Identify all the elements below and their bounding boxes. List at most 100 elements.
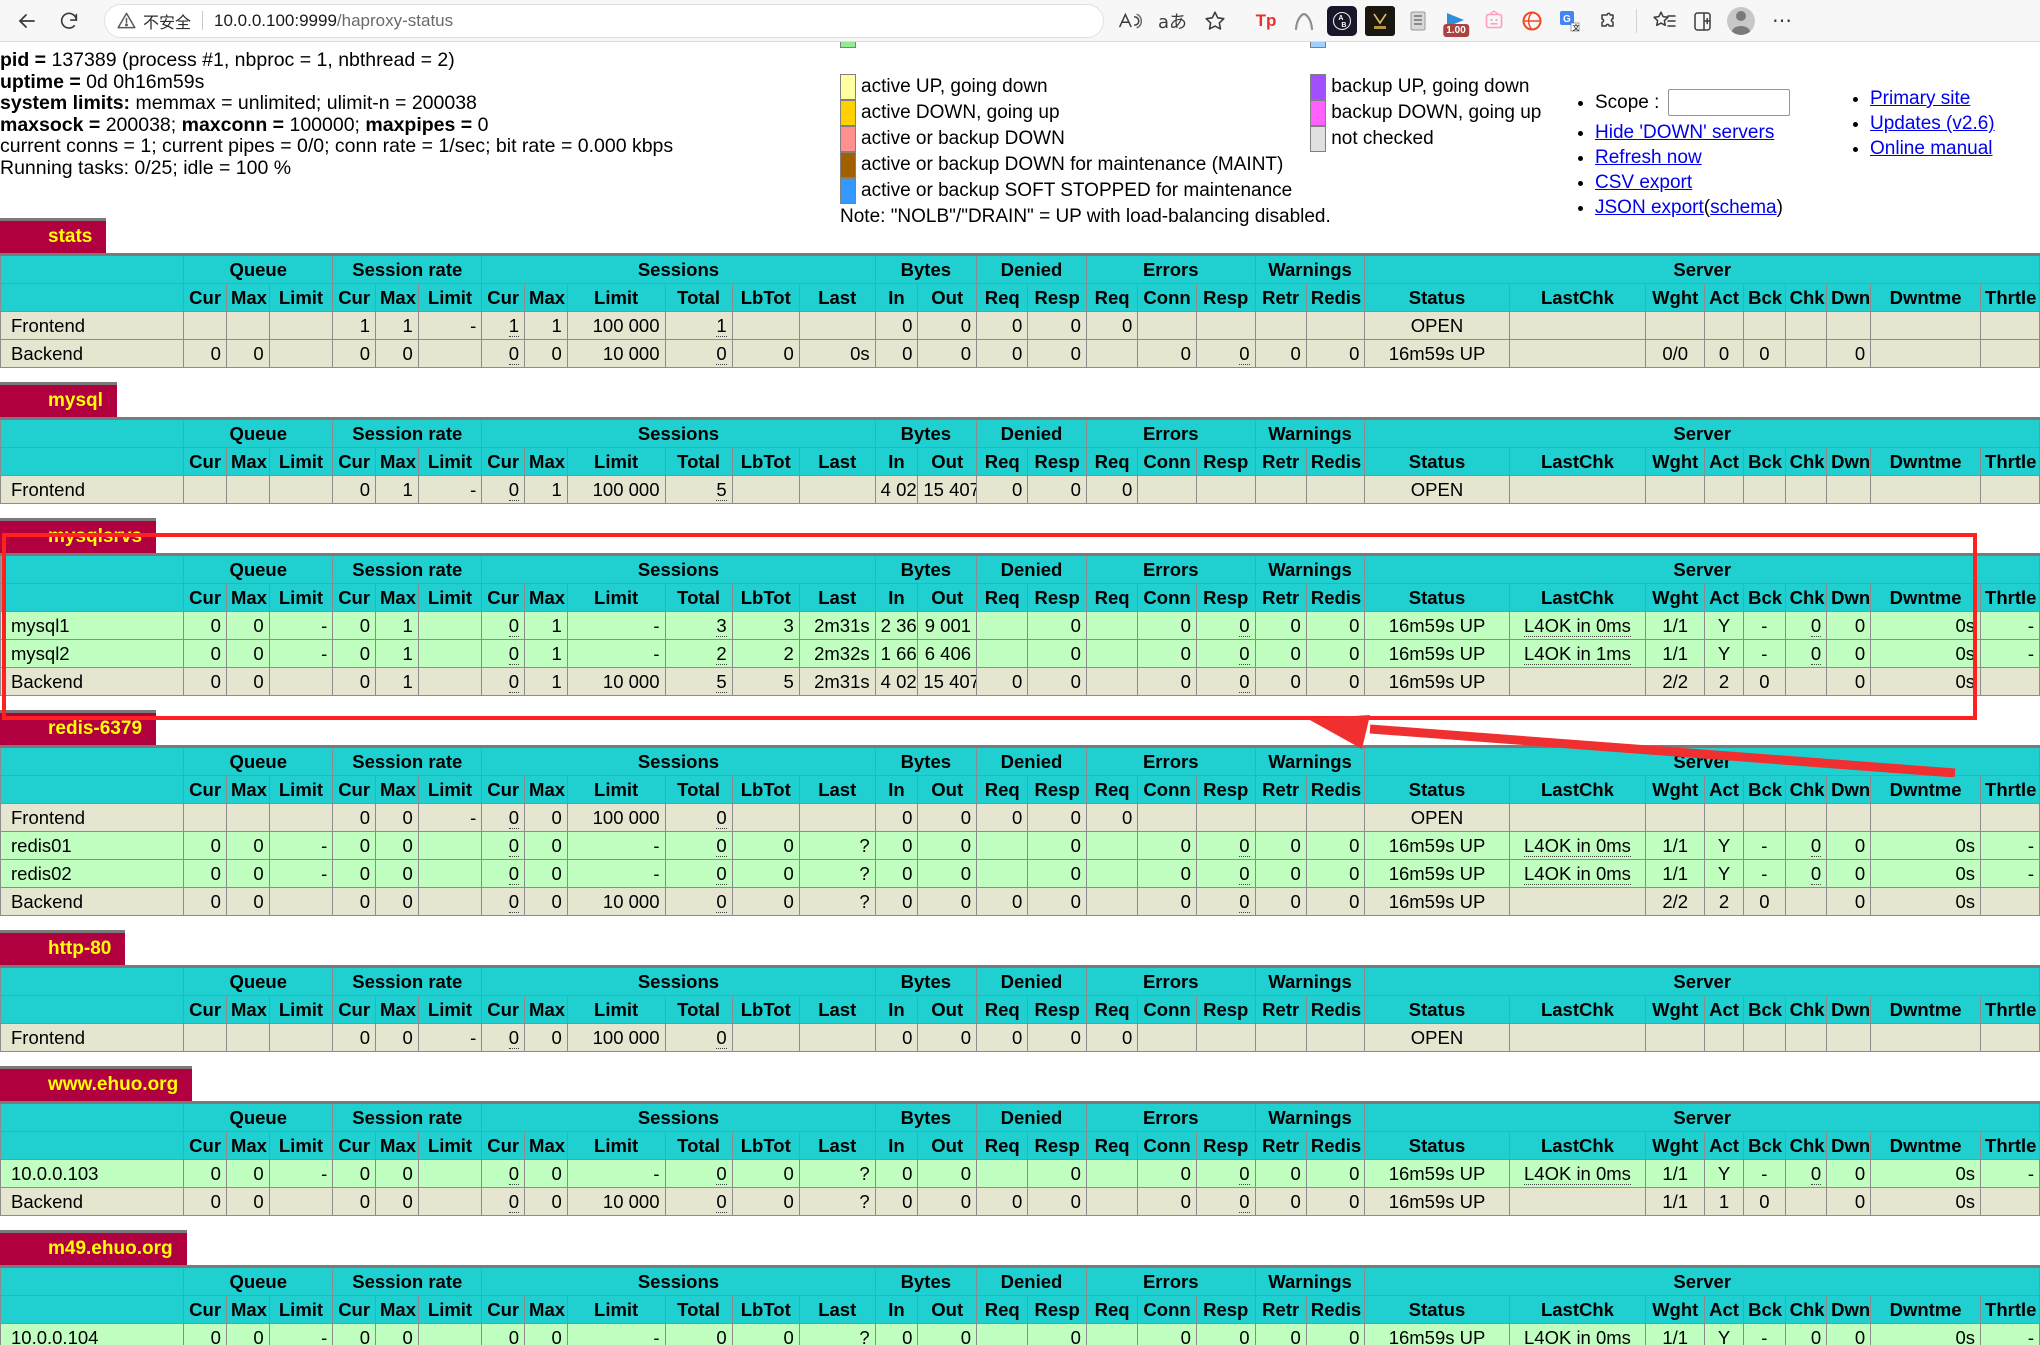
cell-cur: 0 bbox=[332, 831, 376, 860]
cell-thrtle bbox=[1980, 803, 2040, 832]
cell-resp: 0 bbox=[1195, 1187, 1256, 1216]
tv-extension-icon[interactable] bbox=[1479, 6, 1509, 36]
cell-req: 0 bbox=[976, 1187, 1029, 1216]
hide-down-servers-item[interactable]: Hide 'DOWN' servers bbox=[1595, 120, 1790, 145]
csv-export-link[interactable]: CSV export bbox=[1595, 172, 1692, 193]
tampermonkey-extension-icon[interactable]: Tp bbox=[1251, 6, 1281, 36]
row-label[interactable]: 10.0.0.103 bbox=[0, 1159, 185, 1188]
row-label[interactable]: 10.0.0.104 bbox=[0, 1323, 185, 1345]
collections-icon[interactable] bbox=[1650, 6, 1680, 36]
proxy-title[interactable]: redis-6379 bbox=[0, 710, 157, 745]
column-group-bytes: Bytes bbox=[874, 966, 978, 996]
column-group-server: Server bbox=[1364, 418, 2040, 448]
column-group-denied: Denied bbox=[976, 1266, 1087, 1296]
column-header-out: Out bbox=[917, 283, 978, 312]
process-info-block: pid = 137389 (process #1, nbproc = 1, nb… bbox=[0, 49, 673, 179]
online-manual-item[interactable]: Online manual bbox=[1870, 136, 1995, 161]
column-header-last: Last bbox=[798, 283, 876, 312]
cell-thrtle bbox=[1980, 339, 2040, 368]
proxy-title[interactable]: http-80 bbox=[0, 930, 126, 965]
cell-lastchk: L4OK in 1ms bbox=[1508, 639, 1647, 668]
table-row: Backend 0 0 0 0 0 0 10 000 0 0 0s 0 0 0 0 0 0 0 0 16m59s UP… bbox=[0, 339, 2040, 368]
scope-input[interactable] bbox=[1667, 89, 1790, 117]
updates-link[interactable]: Updates (v2.6) bbox=[1870, 113, 1995, 134]
column-header-conn: Conn bbox=[1137, 283, 1197, 312]
column-header-req: Req bbox=[976, 447, 1029, 476]
cell-redis bbox=[1305, 803, 1366, 832]
legend-item: active or backup SOFT STOPPED for mainte… bbox=[840, 178, 1292, 204]
column-header-max: Max bbox=[225, 1131, 270, 1160]
favorite-star-icon[interactable] bbox=[1203, 9, 1227, 33]
cell-req: 0 bbox=[976, 339, 1029, 368]
proxy-title[interactable]: mysql bbox=[0, 382, 117, 417]
proxy-title[interactable]: www.ehuo.org bbox=[0, 1066, 193, 1101]
row-label: Frontend bbox=[0, 1023, 185, 1052]
online-manual-link[interactable]: Online manual bbox=[1870, 138, 1993, 159]
back-button[interactable] bbox=[6, 4, 48, 38]
hide-down-servers-link[interactable]: Hide 'DOWN' servers bbox=[1595, 122, 1774, 143]
proxy-title[interactable]: stats bbox=[0, 218, 107, 253]
row-label[interactable]: mysql2 bbox=[0, 639, 185, 668]
split-screen-icon[interactable] bbox=[1688, 6, 1718, 36]
primary-site-item[interactable]: Primary site bbox=[1870, 86, 1995, 111]
column-header-dwn: Dwn bbox=[1826, 775, 1872, 804]
puzzle-extensions-icon[interactable] bbox=[1593, 6, 1623, 36]
refresh-now-item[interactable]: Refresh now bbox=[1595, 145, 1790, 170]
profile-avatar[interactable] bbox=[1726, 6, 1756, 36]
column-group-warnings: Warnings bbox=[1254, 554, 1366, 584]
cell-status: OPEN bbox=[1364, 311, 1510, 340]
column-header-dwntme: Dwntme bbox=[1870, 1295, 1982, 1324]
json-export-item[interactable]: JSON export(schema) bbox=[1595, 195, 1790, 220]
cell-dwntme: 0s bbox=[1870, 1187, 1982, 1216]
proxy-title[interactable]: m49.ehuo.org bbox=[0, 1230, 187, 1265]
cell-conn: 0 bbox=[1137, 611, 1197, 640]
cell-chk: 0 bbox=[1784, 1159, 1828, 1188]
read-aloud-icon[interactable] bbox=[1118, 10, 1142, 32]
cell-max: 0 bbox=[375, 831, 419, 860]
cell-redis: 0 bbox=[1305, 1323, 1366, 1345]
json-schema-link[interactable]: schema bbox=[1710, 197, 1777, 218]
column-header-retr: Retr bbox=[1254, 1295, 1307, 1324]
column-group-queue: Queue bbox=[183, 254, 334, 284]
proxy-title[interactable]: mysqlsrvs bbox=[0, 518, 157, 553]
translate-icon[interactable]: aあ bbox=[1158, 8, 1187, 34]
arc-extension-icon[interactable] bbox=[1289, 6, 1319, 36]
primary-site-link[interactable]: Primary site bbox=[1870, 88, 1970, 109]
vip-extension-icon[interactable] bbox=[1365, 5, 1396, 36]
video-speed-extension-icon[interactable]: 1.00 bbox=[1441, 6, 1471, 37]
column-header-limit: Limit bbox=[268, 583, 334, 612]
csv-export-item[interactable]: CSV export bbox=[1595, 170, 1790, 195]
column-header-max: Max bbox=[375, 995, 419, 1024]
clipboard-extension-icon[interactable] bbox=[1403, 6, 1433, 36]
cell-cur: 0 bbox=[332, 1159, 376, 1188]
pid-label: pid = bbox=[0, 49, 47, 71]
globe-extension-icon[interactable] bbox=[1517, 6, 1547, 36]
google-translate-extension-icon[interactable]: G文 bbox=[1555, 6, 1585, 36]
cell-value: 0 bbox=[508, 891, 520, 913]
refresh-now-link[interactable]: Refresh now bbox=[1595, 147, 1702, 168]
cell-limit bbox=[268, 311, 334, 340]
cell-retr bbox=[1254, 311, 1307, 340]
cell-value: 0 bbox=[1239, 1191, 1250, 1213]
cell-wght: 1/1 bbox=[1645, 859, 1705, 888]
column-header-thrtle: Thrtle bbox=[1980, 995, 2040, 1024]
address-bar[interactable]: 不安全 10.0.0.100:9999/haproxy-status bbox=[104, 3, 1104, 38]
column-header-dwn: Dwn bbox=[1826, 1295, 1872, 1324]
cell-resp: 0 bbox=[1195, 887, 1256, 916]
row-label[interactable]: mysql1 bbox=[0, 611, 185, 640]
row-label[interactable]: redis01 bbox=[0, 831, 185, 860]
cell-limit: - bbox=[566, 1323, 666, 1345]
browser-menu-icon[interactable]: ⋯ bbox=[1772, 8, 1793, 33]
adblock-extension-icon[interactable]: AB bbox=[1327, 5, 1358, 36]
cell-out: 0 bbox=[917, 859, 978, 888]
cell-limit: - bbox=[566, 859, 666, 888]
column-group-bytes: Bytes bbox=[874, 746, 978, 776]
json-export-link[interactable]: JSON export bbox=[1595, 197, 1704, 218]
reload-button[interactable] bbox=[48, 4, 90, 38]
column-header-max: Max bbox=[524, 995, 568, 1024]
legend-swatch bbox=[1310, 74, 1327, 100]
proxy-block: m49.ehuo.org Queue Session rate Sessions Byt… bbox=[0, 1230, 2040, 1345]
column-group-sessions: Sessions bbox=[481, 746, 876, 776]
updates-item[interactable]: Updates (v2.6) bbox=[1870, 111, 1995, 136]
row-label[interactable]: redis02 bbox=[0, 859, 185, 888]
